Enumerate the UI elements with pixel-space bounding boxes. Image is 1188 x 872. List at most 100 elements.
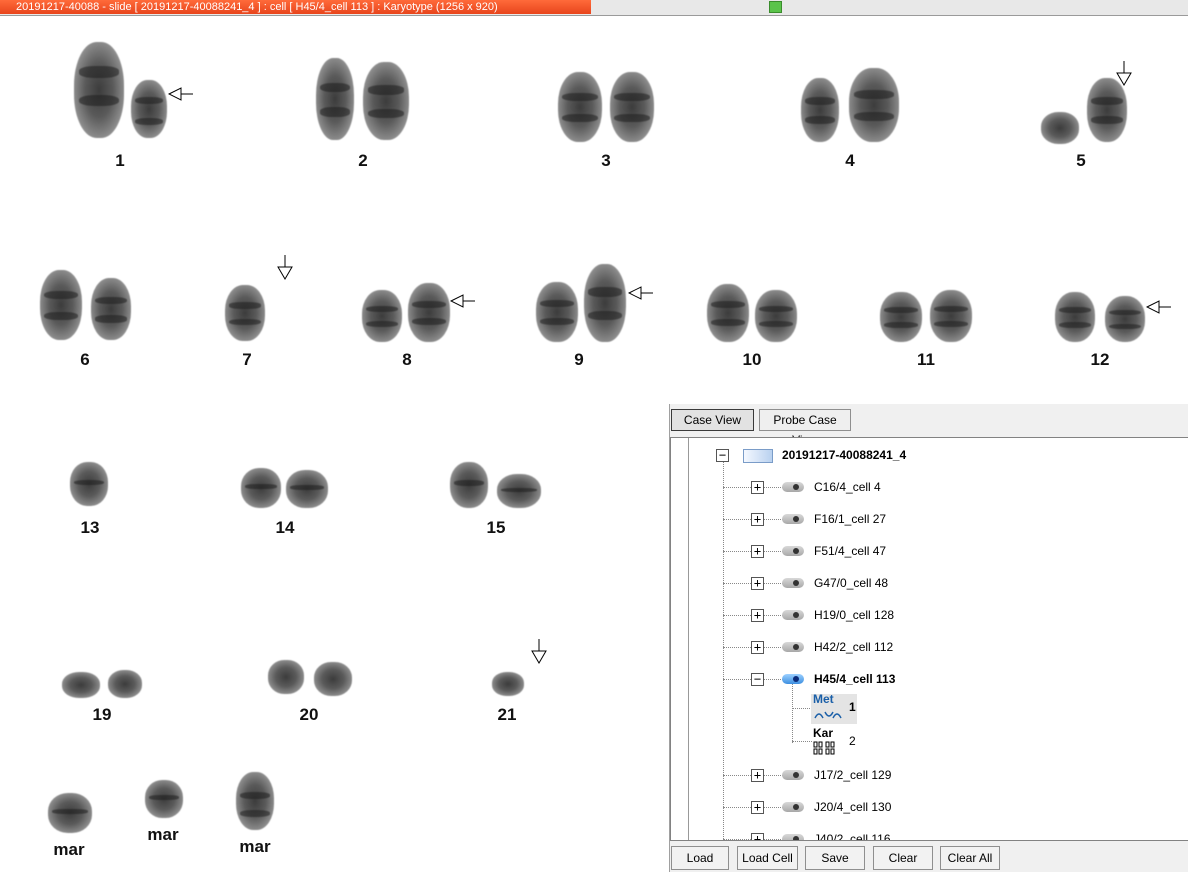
chromosome-1a[interactable] — [74, 42, 124, 138]
karyotype-index: 2 — [849, 734, 856, 748]
chromosome-21a[interactable] — [492, 672, 524, 696]
clear-button[interactable]: Clear — [873, 846, 933, 870]
chromosome-14b[interactable] — [286, 470, 328, 508]
marker-chromosome-3[interactable] — [236, 772, 274, 830]
chromosome-20a[interactable] — [268, 660, 304, 694]
case-view-tab[interactable]: Case View — [671, 409, 754, 431]
chromosome-9a[interactable] — [536, 282, 578, 342]
chromosome-2a[interactable] — [316, 58, 354, 140]
abnormality-arrow-icon — [628, 286, 653, 300]
chromosome-label: 5 — [1076, 151, 1086, 170]
chromosome-13a[interactable] — [70, 462, 108, 506]
chromosome-11b[interactable] — [930, 290, 972, 342]
cell-node-label[interactable]: F51/4_cell 47 — [814, 544, 886, 558]
abnormality-arrow-icon — [1146, 300, 1171, 314]
chromosome-10b[interactable] — [755, 290, 797, 342]
chromosome-20b[interactable] — [314, 662, 352, 696]
abnormality-arrow-icon — [168, 87, 193, 101]
chromosome-14a[interactable] — [241, 468, 281, 508]
chromosome-label: 20 — [299, 705, 319, 724]
expand-icon[interactable]: + — [751, 481, 764, 494]
chromosome-19b[interactable] — [108, 670, 142, 698]
cell-node-label[interactable]: J17/2_cell 129 — [814, 768, 891, 782]
load-cell-button[interactable]: Load Cell — [737, 846, 798, 870]
expand-icon[interactable]: + — [751, 513, 764, 526]
chromosome-label: 7 — [242, 350, 252, 369]
chromosome-15b[interactable] — [497, 474, 541, 508]
cell-node-label[interactable]: F16/1_cell 27 — [814, 512, 886, 526]
marker-chromosome-1[interactable] — [48, 793, 92, 833]
chromosome-8a[interactable] — [362, 290, 402, 342]
chromosome-3b[interactable] — [610, 72, 654, 142]
chromosome-label: 9 — [574, 350, 584, 369]
metaphase-index: 1 — [849, 700, 856, 714]
chromosome-5a[interactable] — [1041, 112, 1079, 144]
collapse-icon[interactable]: − — [751, 673, 764, 686]
chromosome-19a[interactable] — [62, 672, 100, 698]
marker-chromosome-2[interactable] — [145, 780, 183, 818]
chromosome-8b[interactable] — [408, 283, 450, 342]
chromosome-label: 6 — [80, 350, 90, 369]
chromosome-1b[interactable] — [131, 80, 167, 138]
expand-icon[interactable]: + — [751, 641, 764, 654]
metaphase-label: Met — [813, 692, 834, 706]
cell-icon — [782, 514, 804, 524]
karyotype-icon — [813, 741, 835, 755]
chromosome-label: 21 — [497, 705, 517, 724]
cell-icon — [782, 482, 804, 492]
chromosome-15a[interactable] — [450, 462, 488, 508]
abnormality-arrow-icon — [1116, 61, 1132, 86]
chromosome-6b[interactable] — [91, 278, 131, 340]
cell-node-label[interactable]: C16/4_cell 4 — [814, 480, 881, 494]
expand-icon[interactable]: + — [751, 833, 764, 840]
cell-node-label[interactable]: H19/0_cell 128 — [814, 608, 894, 622]
abnormality-arrow-icon — [531, 639, 547, 664]
chromosome-7a[interactable] — [225, 285, 265, 341]
cell-node-label[interactable]: J20/4_cell 130 — [814, 800, 891, 814]
chromosome-10a[interactable] — [707, 284, 749, 342]
chromosome-12b[interactable] — [1105, 296, 1145, 342]
chromosome-11a[interactable] — [880, 292, 922, 342]
metaphase-image-node[interactable]: Met 1 — [811, 692, 857, 724]
expand-icon[interactable]: + — [751, 545, 764, 558]
load-button[interactable]: Load — [671, 846, 729, 870]
marker-label: mar — [147, 825, 179, 844]
chromosome-2b[interactable] — [363, 62, 409, 140]
chromosome-label: 12 — [1090, 350, 1110, 369]
karyotype-image-node[interactable]: Kar 2 — [811, 726, 857, 758]
window-title: 20191217-40088 - slide [ 20191217-400882… — [0, 0, 591, 14]
slide-node-label[interactable]: 20191217-40088241_4 — [782, 448, 906, 462]
chromosome-label: 10 — [742, 350, 762, 369]
chromosome-12a[interactable] — [1055, 292, 1095, 342]
chromosome-9b[interactable] — [584, 264, 626, 342]
case-tree[interactable]: − 20191217-40088241_4 + C16/4_cell 4 + F… — [670, 437, 1188, 841]
cell-node-label[interactable]: G47/0_cell 48 — [814, 576, 888, 590]
chromosome-3a[interactable] — [558, 72, 602, 142]
case-panel: Case View Probe Case View − 20191217-400… — [669, 404, 1188, 872]
expand-icon[interactable]: + — [751, 769, 764, 782]
cell-icon — [782, 546, 804, 556]
cell-icon — [782, 770, 804, 780]
current-cell-label[interactable]: H45/4_cell 113 — [814, 672, 895, 686]
chromosome-label: 1 — [115, 151, 125, 170]
probe-case-view-tab[interactable]: Probe Case View — [759, 409, 851, 447]
clear-all-button[interactable]: Clear All — [940, 846, 1000, 870]
expand-icon[interactable]: + — [751, 577, 764, 590]
chromosome-label: 11 — [917, 350, 935, 369]
save-button[interactable]: Save — [805, 846, 865, 870]
expand-icon[interactable]: + — [751, 609, 764, 622]
chromosome-label: 8 — [402, 350, 412, 369]
abnormality-arrow-icon — [450, 294, 475, 308]
chromosome-5b[interactable] — [1087, 78, 1127, 142]
chromosome-4b[interactable] — [849, 68, 899, 142]
expand-icon[interactable]: + — [751, 801, 764, 814]
cell-icon — [782, 834, 804, 840]
chromosome-label: 3 — [601, 151, 611, 170]
cell-icon — [782, 578, 804, 588]
cell-node-label[interactable]: H42/2_cell 112 — [814, 640, 893, 654]
cell-node-label[interactable]: J40/2_cell 116 — [814, 832, 891, 840]
collapse-icon[interactable]: − — [716, 449, 729, 462]
chromosome-label: 13 — [80, 518, 100, 537]
chromosome-4a[interactable] — [801, 78, 839, 142]
chromosome-6a[interactable] — [40, 270, 82, 340]
